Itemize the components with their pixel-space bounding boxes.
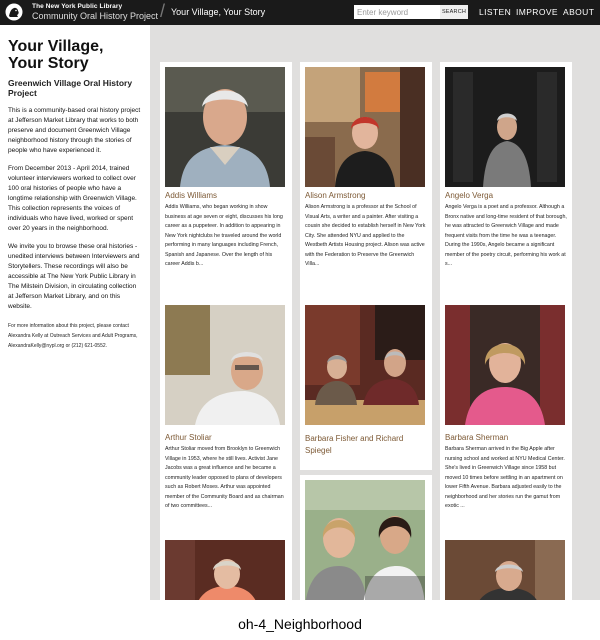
story-card-partial-1[interactable] <box>160 535 292 600</box>
portrait-photo[interactable] <box>445 67 565 187</box>
story-card-barbara-sherman[interactable]: Barbara Sherman Barbara Sherman arrived … <box>440 300 572 552</box>
contact-paragraph: For more information about this project,… <box>8 323 138 349</box>
collection-paragraph: From December 2013 - April 2014, trained… <box>8 165 137 232</box>
intro-paragraph: This is a community-based oral history p… <box>8 107 141 154</box>
top-navigation-bar: The New York Public Library Community Or… <box>0 0 600 25</box>
story-card-barbara-fisher-richard-spiegel[interactable]: Barbara Fisher and Richard Spiegel <box>300 300 432 470</box>
brand[interactable]: The New York Public Library Community Or… <box>32 3 158 21</box>
story-card-angelo-verga[interactable]: Angelo Verga Angelo Verga is a poet and … <box>440 62 572 318</box>
nav-listen[interactable]: LISTEN <box>479 7 511 17</box>
storyteller-summary: Barbara Sherman arrived in the Big Apple… <box>445 446 565 509</box>
page-title: Your Village, Your Story <box>8 38 104 72</box>
brand-project-name: Community Oral History Project <box>32 11 159 21</box>
storyteller-name[interactable]: Barbara Sherman <box>445 433 508 442</box>
portrait-photo[interactable] <box>445 540 565 600</box>
breadcrumb-current[interactable]: Your Village, Your Story <box>171 7 265 17</box>
storyteller-name[interactable]: Addis Williams <box>165 191 217 200</box>
brand-library-name: The New York Public Library <box>32 3 123 10</box>
breadcrumb-separator: / <box>160 1 166 21</box>
story-card-arthur-stoliar[interactable]: Arthur Stoliar Arthur Stoliar moved from… <box>160 300 292 552</box>
storyteller-name[interactable]: Alison Armstrong <box>305 191 365 200</box>
invite-paragraph: We invite you to browse these oral histo… <box>8 243 140 310</box>
storyteller-summary: Arthur Stoliar moved from Brooklyn to Gr… <box>165 446 284 509</box>
image-caption: oh-4_Neighborhood <box>238 616 362 632</box>
storyteller-name[interactable]: Barbara Fisher and Richard Spiegel <box>305 433 427 457</box>
portrait-photo[interactable] <box>305 67 425 187</box>
page-subtitle: Greenwich Village Oral History Project <box>8 78 133 98</box>
story-card-partial-3[interactable] <box>440 535 572 600</box>
story-card-partial-2[interactable] <box>300 475 432 600</box>
portrait-photo[interactable] <box>305 480 425 600</box>
story-card-alison-armstrong[interactable]: Alison Armstrong Alison Armstrong is a p… <box>300 62 432 318</box>
search-button[interactable]: SEARCH <box>440 5 468 19</box>
storyteller-summary: Angelo Verga is a poet and a professor. … <box>445 204 567 267</box>
portrait-photo[interactable] <box>165 540 285 600</box>
caption-area: oh-4_Neighborhood <box>0 600 600 640</box>
portrait-photo[interactable] <box>165 305 285 425</box>
storyteller-name[interactable]: Angelo Verga <box>445 191 493 200</box>
nypl-lion-logo-icon[interactable] <box>5 3 23 21</box>
portrait-photo[interactable] <box>305 305 425 425</box>
portrait-photo[interactable] <box>165 67 285 187</box>
stories-grid: Addis Williams Addis Williams, who began… <box>150 25 600 600</box>
storyteller-summary: Alison Armstrong is a professor at the S… <box>305 204 426 267</box>
story-card-addis-williams[interactable]: Addis Williams Addis Williams, who began… <box>160 62 292 318</box>
nav-improve[interactable]: IMPROVE <box>516 7 558 17</box>
storyteller-name[interactable]: Arthur Stoliar <box>165 433 212 442</box>
portrait-photo[interactable] <box>445 305 565 425</box>
nav-about[interactable]: ABOUT <box>563 7 594 17</box>
storyteller-summary: Addis Williams, who began working in sho… <box>165 204 283 267</box>
search-input[interactable] <box>354 5 440 19</box>
sidebar: Your Village, Your Story Greenwich Villa… <box>0 25 150 600</box>
